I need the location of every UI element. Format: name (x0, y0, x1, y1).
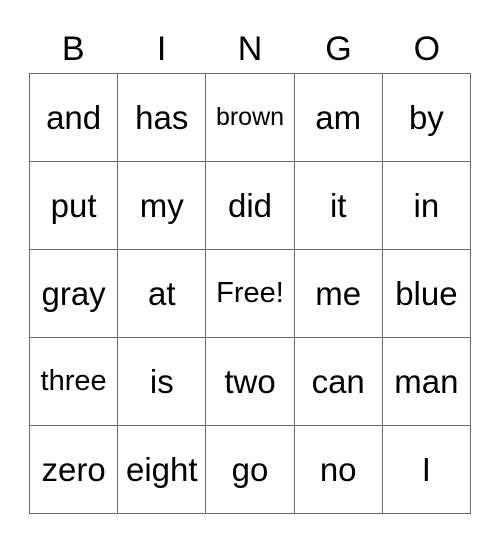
bingo-cell[interactable]: it (294, 162, 383, 250)
free-space-cell[interactable]: Free! (206, 250, 295, 338)
bingo-cell[interactable]: my (118, 162, 207, 250)
bingo-cell[interactable]: go (206, 426, 295, 514)
bingo-cell[interactable]: brown (206, 74, 295, 162)
bingo-cell[interactable]: and (30, 74, 119, 162)
bingo-cell[interactable]: no (294, 426, 383, 514)
bingo-cell[interactable]: blue (382, 250, 471, 338)
bingo-cell[interactable]: at (118, 250, 207, 338)
bingo-cell[interactable]: man (382, 338, 471, 426)
header-letter-g: G (325, 30, 352, 68)
bingo-cell[interactable]: am (294, 74, 383, 162)
bingo-cell[interactable]: I (382, 426, 471, 514)
header-letter-i: I (156, 30, 167, 68)
bingo-cell[interactable]: gray (30, 250, 119, 338)
bingo-cell[interactable]: eight (118, 426, 207, 514)
bingo-grid: and has brown am by put my did it in gra… (29, 73, 471, 514)
bingo-cell[interactable]: zero (30, 426, 119, 514)
bingo-cell[interactable]: has (118, 74, 207, 162)
bingo-cell[interactable]: by (382, 74, 471, 162)
bingo-cell[interactable]: is (118, 338, 207, 426)
header-letter-b: B (61, 30, 85, 68)
header-letter-n: N (237, 30, 263, 68)
bingo-cell[interactable]: in (382, 162, 471, 250)
bingo-cell[interactable]: did (206, 162, 295, 250)
bingo-cell[interactable]: me (294, 250, 383, 338)
bingo-header: B I N G O (29, 28, 471, 70)
bingo-cell[interactable]: put (30, 162, 119, 250)
bingo-cell[interactable]: two (206, 338, 295, 426)
bingo-cell[interactable]: three (30, 338, 119, 426)
bingo-cell[interactable]: can (294, 338, 383, 426)
header-letter-o: O (413, 30, 441, 68)
